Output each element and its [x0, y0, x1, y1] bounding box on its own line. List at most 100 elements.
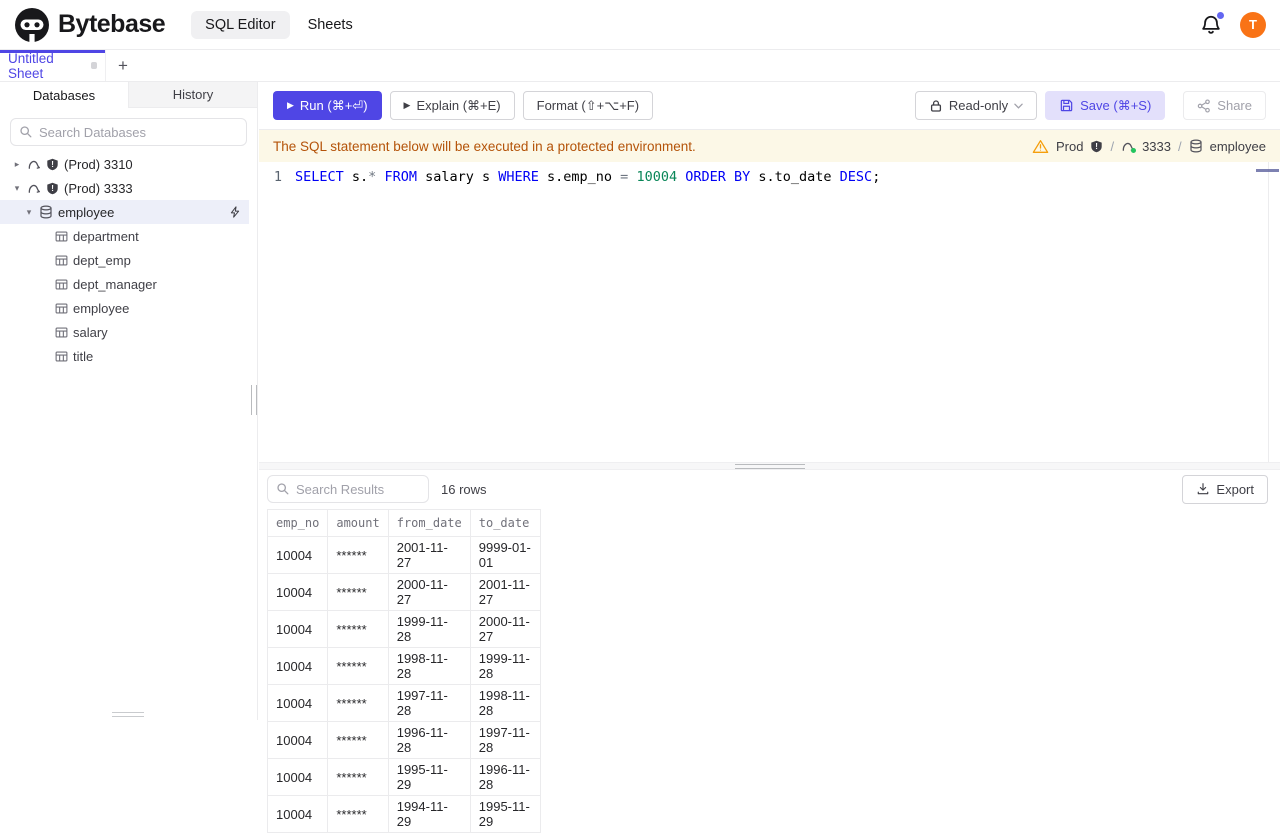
export-button-label: Export [1216, 481, 1254, 497]
results-search-input[interactable] [296, 481, 420, 497]
cell[interactable]: 10004 [266, 684, 329, 722]
cell[interactable]: ****** [327, 795, 389, 833]
results-search[interactable] [267, 475, 429, 503]
table-row[interactable]: 10004 ****** 1996-11-28 1997-11-28 [266, 721, 541, 759]
sql-statement: SELECT s.* FROM salary s WHERE s.emp_no … [295, 168, 881, 185]
sidebar-resize-handle[interactable] [251, 385, 257, 415]
cell[interactable]: 2000-11-27 [387, 573, 471, 611]
mysql-instance-icon [27, 157, 41, 171]
readonly-mode-dropdown[interactable]: Read-only [914, 91, 1038, 120]
add-sheet-button[interactable]: + [106, 50, 140, 81]
cell[interactable]: 2000-11-27 [469, 610, 541, 648]
cell[interactable]: 1995-11-29 [469, 795, 541, 833]
export-button[interactable]: Export [1182, 474, 1268, 504]
cell[interactable]: 10004 [266, 573, 329, 611]
share-button[interactable]: Share [1183, 91, 1266, 120]
tab-databases[interactable]: Databases [0, 82, 129, 108]
column-header[interactable]: from_date [387, 509, 471, 537]
run-button[interactable]: ▶ Run (⌘+⏎) [273, 91, 382, 120]
caret-expanded-icon[interactable]: ▾ [24, 207, 34, 218]
table-row[interactable]: 10004 ****** 1995-11-29 1996-11-28 [266, 758, 541, 796]
results-panel: 16 rows Export emp_no amount [259, 470, 1280, 833]
database-search-input[interactable] [39, 124, 238, 140]
table-row[interactable]: 10004 ****** 1994-11-29 1995-11-29 [266, 795, 541, 833]
environment-label[interactable]: Prod [1056, 139, 1083, 154]
cell[interactable]: ****** [327, 573, 389, 611]
database-search[interactable] [10, 118, 247, 146]
column-header[interactable]: to_date [469, 509, 541, 537]
cell[interactable]: 1996-11-28 [387, 721, 471, 759]
cell[interactable]: 1997-11-28 [387, 684, 471, 722]
connect-bolt-icon[interactable] [229, 206, 241, 218]
cell[interactable]: 10004 [266, 536, 329, 574]
editor-scrollbar[interactable] [1268, 162, 1269, 462]
format-button[interactable]: Format (⇧+⌥+F) [522, 91, 654, 120]
nav-sql-editor[interactable]: SQL Editor [191, 10, 290, 39]
cell[interactable]: 10004 [266, 795, 329, 833]
caret-collapsed-icon[interactable]: ▸ [12, 159, 22, 170]
caret-expanded-icon[interactable]: ▾ [12, 183, 22, 194]
table-row[interactable]: 10004 ****** 2000-11-27 2001-11-27 [266, 573, 541, 611]
table-node-employee[interactable]: employee [0, 296, 257, 320]
cell[interactable]: ****** [327, 721, 389, 759]
nav-sheets[interactable]: Sheets [308, 17, 353, 33]
table-node-dept-emp[interactable]: dept_emp [0, 248, 257, 272]
table-row[interactable]: 10004 ****** 2001-11-27 9999-01-01 [266, 536, 541, 574]
sidebar-horizontal-scrollbar[interactable] [112, 712, 144, 717]
header-right: T [1200, 11, 1266, 38]
results-resize-handle[interactable] [259, 462, 1280, 470]
code-line-1[interactable]: 1 SELECT s.* FROM salary s WHERE s.emp_n… [259, 167, 1280, 186]
table-node-dept-manager[interactable]: dept_manager [0, 272, 257, 296]
cell[interactable]: 1998-11-28 [469, 684, 541, 722]
toolbar-right: Read-only Save (⌘+S) Share [914, 91, 1266, 120]
column-header[interactable]: amount [327, 509, 389, 537]
instance-node-3333[interactable]: ▾ ! (Prod) 3333 [0, 176, 257, 200]
cell[interactable]: 2001-11-27 [387, 536, 471, 574]
cell[interactable]: 10004 [266, 758, 329, 796]
cell[interactable]: ****** [327, 758, 389, 796]
cell[interactable]: ****** [327, 647, 389, 685]
instance-label[interactable]: 3333 [1142, 139, 1171, 154]
cell[interactable]: 9999-01-01 [469, 536, 541, 574]
notification-bell-icon[interactable] [1200, 11, 1224, 36]
database-label[interactable]: employee [1210, 139, 1266, 154]
tab-untitled-sheet[interactable]: Untitled Sheet [0, 50, 106, 81]
instance-node-3310[interactable]: ▸ ! (Prod) 3310 [0, 152, 257, 176]
cell[interactable]: 10004 [266, 647, 329, 685]
app-header: Bytebase SQL Editor Sheets T [0, 0, 1280, 50]
cell[interactable]: 1996-11-28 [469, 758, 541, 796]
cell[interactable]: 1997-11-28 [469, 721, 541, 759]
cell[interactable]: 1995-11-29 [387, 758, 471, 796]
user-avatar[interactable]: T [1240, 11, 1266, 38]
sheet-tabbar: Untitled Sheet + [0, 50, 1280, 82]
save-button[interactable]: Save (⌘+S) [1045, 91, 1166, 120]
cell[interactable]: 10004 [266, 721, 329, 759]
search-icon [276, 482, 290, 496]
cell[interactable]: ****** [327, 610, 389, 648]
database-node-employee[interactable]: ▾ employee [0, 200, 249, 224]
cell[interactable]: ****** [327, 684, 389, 722]
cell[interactable]: 1999-11-28 [387, 610, 471, 648]
database-label: employee [58, 204, 115, 220]
cell[interactable]: 1998-11-28 [387, 647, 471, 685]
tab-history[interactable]: History [129, 82, 257, 108]
sql-editor[interactable]: 1 SELECT s.* FROM salary s WHERE s.emp_n… [259, 162, 1280, 462]
cell[interactable]: 1999-11-28 [469, 647, 541, 685]
cell[interactable]: 10004 [266, 610, 329, 648]
table-icon [55, 230, 68, 243]
table-row[interactable]: 10004 ****** 1999-11-28 2000-11-27 [266, 610, 541, 648]
table-node-salary[interactable]: salary [0, 320, 257, 344]
explain-button[interactable]: ▶ Explain (⌘+E) [389, 91, 515, 120]
table-node-department[interactable]: department [0, 224, 257, 248]
table-row[interactable]: 10004 ****** 1997-11-28 1998-11-28 [266, 684, 541, 722]
chevron-down-icon [1014, 103, 1023, 109]
column-header[interactable]: emp_no [266, 509, 329, 537]
bytebase-logo[interactable]: Bytebase [14, 7, 166, 43]
cell[interactable]: 2001-11-27 [469, 573, 541, 611]
database-icon [39, 205, 53, 219]
table-node-title[interactable]: title [0, 344, 257, 368]
cell[interactable]: ****** [327, 536, 389, 574]
cell[interactable]: 1994-11-29 [387, 795, 471, 833]
table-row[interactable]: 10004 ****** 1998-11-28 1999-11-28 [266, 647, 541, 685]
table-label: dept_emp [73, 252, 131, 268]
